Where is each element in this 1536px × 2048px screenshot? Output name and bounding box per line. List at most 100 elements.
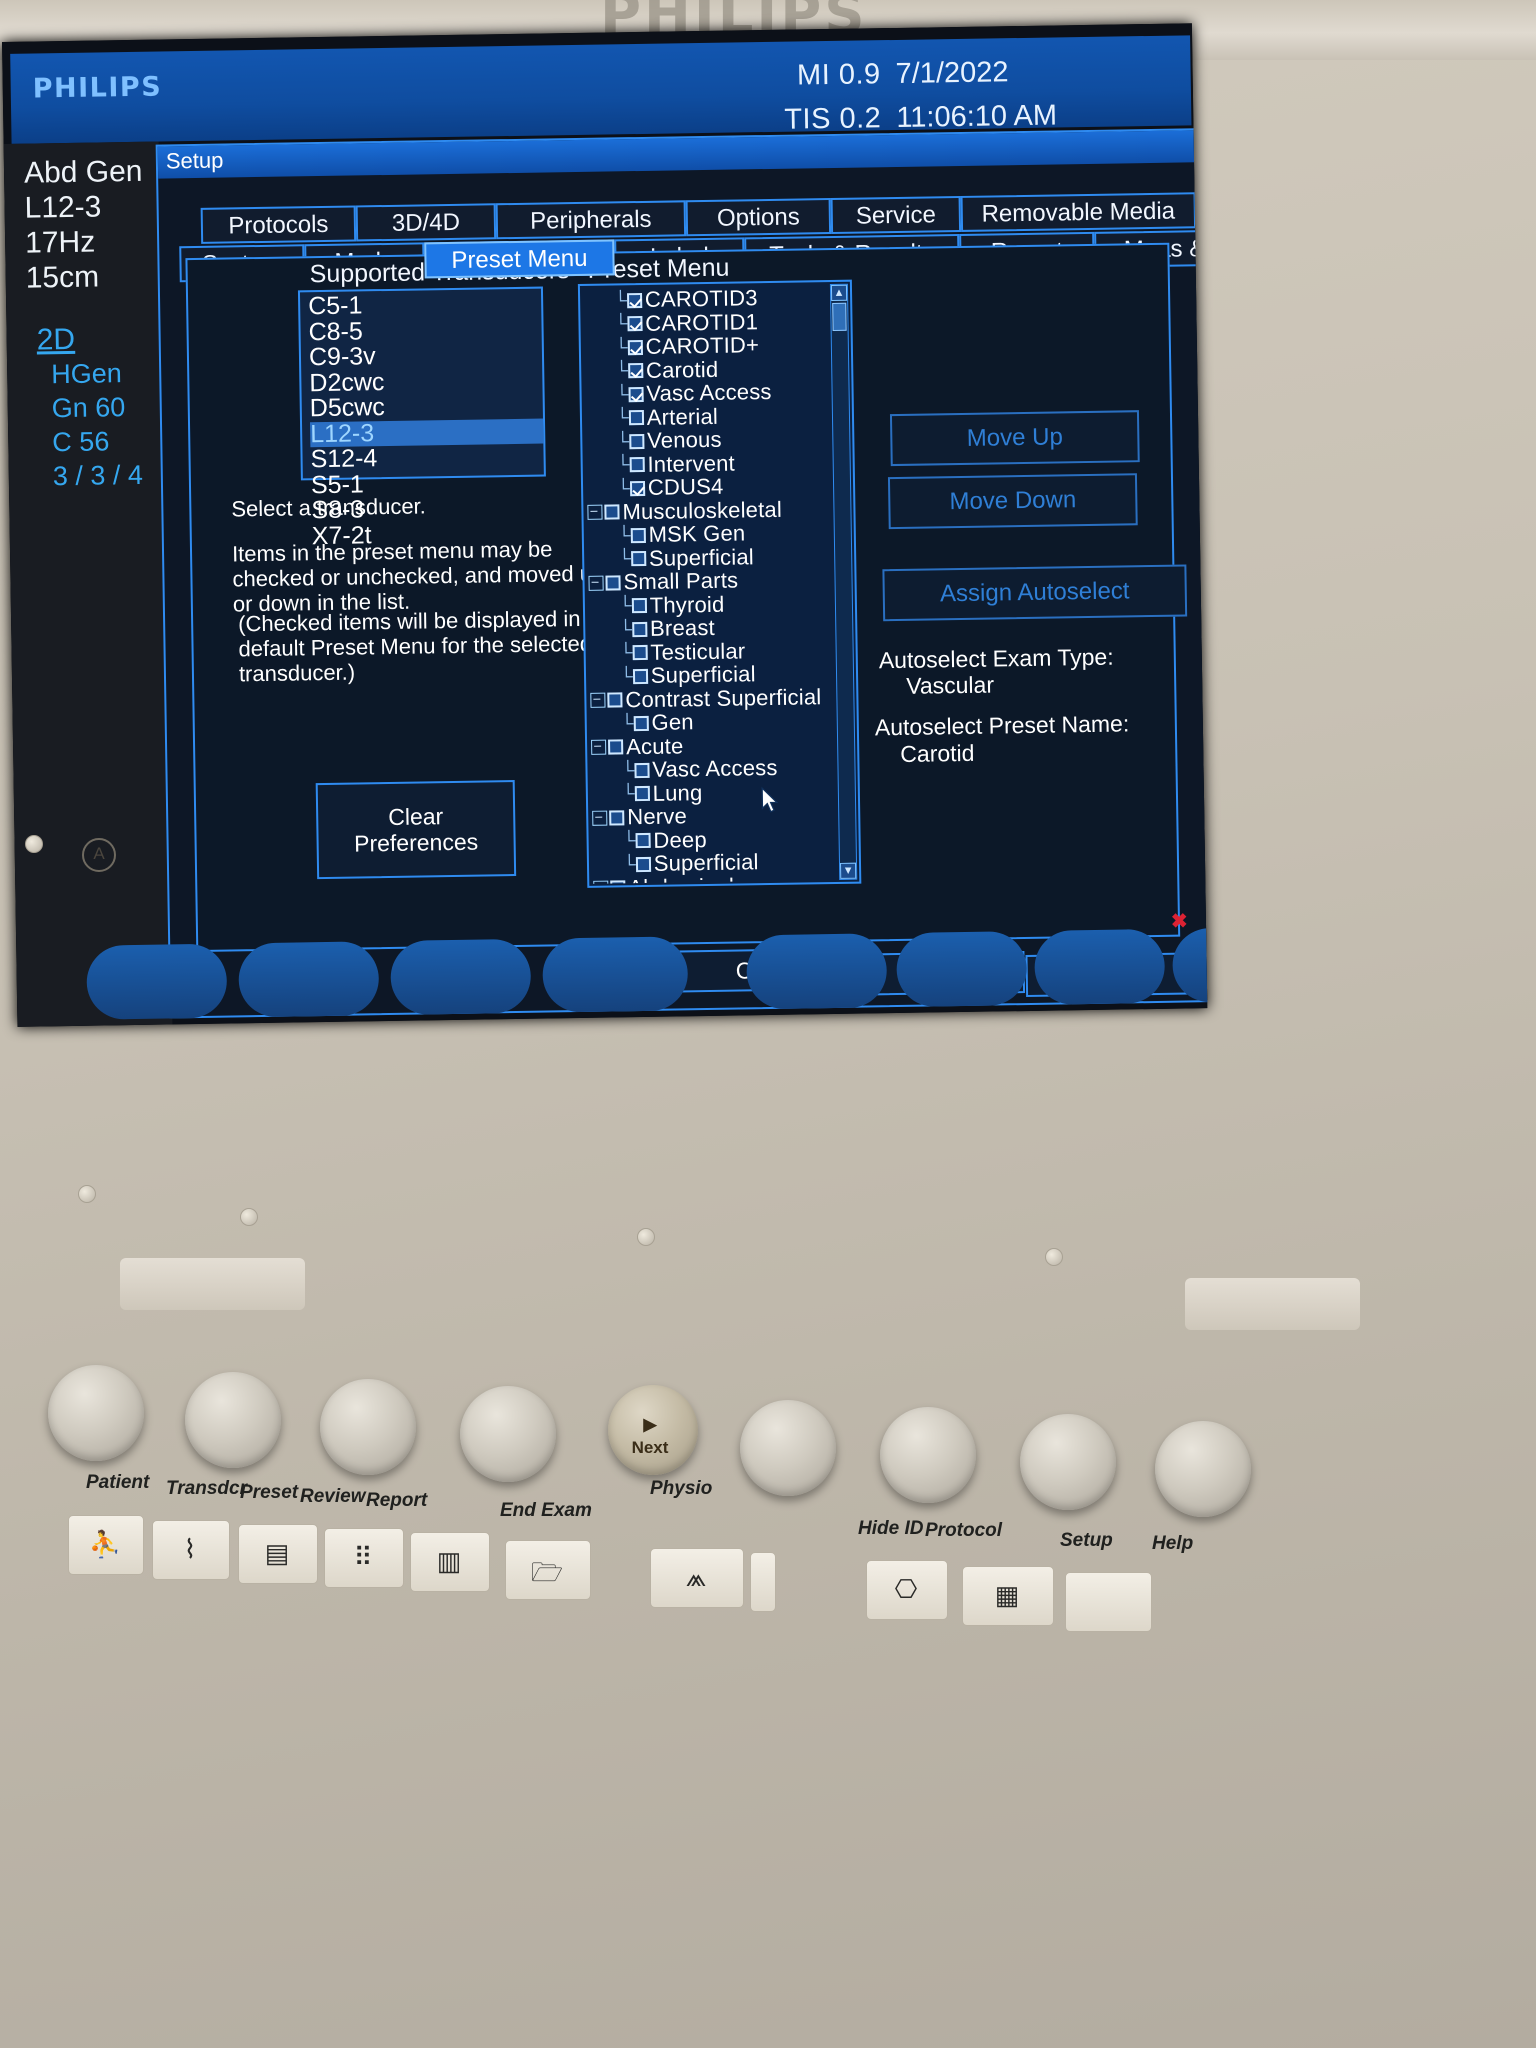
move-up-button[interactable]: Move Up [889, 410, 1140, 467]
tree-collapse-icon[interactable] [592, 810, 608, 826]
tree-branch-line: └ [622, 853, 636, 874]
control-knob[interactable] [740, 1400, 836, 1496]
checkbox-unchecked-icon[interactable] [610, 880, 626, 884]
ultrasound-top-banner: PHILIPS MI 0.9 TIS 0.2 7/1/2022 11:06:10… [10, 35, 1192, 144]
clear-preferences-line1: Clear [388, 803, 444, 831]
param-maps: 3 / 3 / 4 [52, 459, 144, 492]
move-down-button[interactable]: Move Down [887, 473, 1138, 530]
control-knob[interactable] [48, 1365, 144, 1461]
tab-preset-menu[interactable]: Preset Menu [424, 239, 615, 279]
transducer-item[interactable]: L12-3 [310, 418, 544, 448]
checkbox-unchecked-icon[interactable] [631, 621, 648, 637]
control-knob[interactable] [460, 1386, 556, 1482]
tab-protocols[interactable]: Protocols [200, 205, 357, 244]
assign-autoselect-button[interactable]: Assign Autoselect [882, 564, 1188, 622]
imaging-parameter-rail: Abd Gen L12-3 17Hz 15cm 2D HGen Gn 60 C … [3, 141, 173, 1027]
param-compression: C 56 [52, 426, 110, 458]
tab-3d-4d[interactable]: 3D/4D [355, 203, 497, 242]
supported-transducers-list[interactable]: C5-1 C8-5 C9-3v D2cwc D5cwc L12-3 S12-4 S5-1 S8-… [297, 286, 546, 550]
tree-collapse-icon[interactable] [588, 575, 604, 591]
checkbox-unchecked-icon[interactable] [631, 597, 647, 614]
checkbox-unchecked-icon[interactable] [605, 574, 621, 591]
softkey-8[interactable] [1172, 927, 1208, 1003]
softkey-4[interactable] [542, 936, 689, 1013]
checkbox-unchecked-icon[interactable] [634, 785, 650, 802]
knob-label: End Exam [500, 1500, 592, 1521]
checkbox-checked-icon[interactable] [627, 339, 643, 355]
tree-branch-line: └ [618, 548, 632, 569]
control-keycap[interactable] [750, 1552, 776, 1612]
transducer-item[interactable]: S12-4 [310, 444, 543, 473]
checkbox-unchecked-icon[interactable] [608, 739, 624, 755]
transducer-item[interactable]: D2cwc [309, 367, 542, 397]
softkey-6[interactable] [896, 931, 1028, 1008]
transducer-label: L12-3 [24, 190, 102, 225]
knob-label: Review [300, 1486, 366, 1507]
softkey-3[interactable] [390, 938, 532, 1016]
status-indicator-a: A [82, 838, 116, 872]
control-knob[interactable] [1020, 1414, 1116, 1510]
checkbox-unchecked-icon[interactable] [630, 527, 646, 543]
tree-branch-line: └ [615, 407, 629, 428]
tab-removable-media[interactable]: Removable Media [960, 192, 1197, 232]
checkbox-unchecked-icon[interactable] [604, 504, 620, 520]
control-knob[interactable] [880, 1407, 976, 1503]
tree-collapse-icon[interactable] [591, 739, 607, 755]
checkbox-unchecked-icon[interactable] [635, 832, 651, 849]
param-gain: Gn 60 [51, 392, 126, 424]
preset-item-label: MSK Gen [648, 520, 746, 547]
keycap-glyph-icon: ⌇ [183, 1534, 197, 1564]
checkbox-checked-icon[interactable] [627, 362, 644, 379]
control-knob[interactable] [185, 1372, 281, 1468]
transducer-item[interactable]: C8-5 [308, 316, 541, 346]
checkbox-checked-icon[interactable] [627, 315, 643, 332]
tree-collapse-icon[interactable] [593, 880, 609, 884]
transducer-item[interactable]: D5cwc [310, 393, 543, 422]
tree-collapse-icon[interactable] [590, 692, 606, 708]
checkbox-checked-icon[interactable] [628, 386, 644, 402]
softkey-5[interactable] [746, 933, 888, 1010]
transducer-item[interactable]: C5-1 [308, 291, 541, 320]
checkbox-unchecked-icon[interactable] [632, 644, 648, 661]
control-knob[interactable] [320, 1379, 416, 1475]
mode-2d-header[interactable]: 2D [6, 323, 75, 358]
checkbox-unchecked-icon[interactable] [607, 692, 623, 708]
tab-service[interactable]: Service [830, 195, 962, 235]
tab-power-management[interactable]: Power Management [1195, 188, 1208, 229]
softkey-2[interactable] [238, 941, 380, 1018]
checkbox-checked-icon[interactable] [629, 480, 645, 496]
tab-peripherals[interactable]: Peripherals [495, 200, 687, 240]
tree-branch-line: └ [613, 289, 628, 310]
checkbox-unchecked-icon[interactable] [609, 809, 625, 826]
preset-menu-tree[interactable]: └ CAROTID3 └ CAROTID1 └ CAROTID+ └ Carotid └ Vasc… [577, 279, 862, 888]
tree-branch-line: └ [615, 360, 629, 381]
next-button-label: Next [631, 1438, 669, 1457]
softkey-7[interactable] [1034, 928, 1166, 1005]
transducer-item[interactable]: C9-3v [309, 342, 542, 371]
control-keycap[interactable] [1065, 1572, 1152, 1632]
transducer-error-icon: ✖ [1170, 910, 1188, 933]
control-knob[interactable] [1155, 1421, 1251, 1517]
softkey-1[interactable] [86, 943, 228, 1020]
help-line-2: Items in the preset menu may be checked … [231, 536, 605, 617]
checkbox-unchecked-icon[interactable] [628, 433, 645, 449]
checkbox-unchecked-icon[interactable] [632, 668, 648, 684]
checkbox-unchecked-icon[interactable] [630, 550, 647, 567]
knob-label: Help [1152, 1533, 1194, 1554]
scroll-down-icon[interactable]: ▼ [839, 862, 857, 879]
checkbox-unchecked-icon[interactable] [629, 456, 645, 473]
checkbox-unchecked-icon[interactable] [628, 409, 644, 426]
checkbox-unchecked-icon[interactable] [635, 856, 651, 872]
scroll-thumb[interactable] [832, 302, 847, 331]
scroll-up-icon[interactable]: ▲ [830, 284, 848, 302]
clear-preferences-button[interactable]: Clear Preferences [315, 780, 517, 880]
checkbox-checked-icon[interactable] [626, 292, 643, 308]
keycap-glyph-icon: ⛹ [88, 1529, 122, 1559]
tab-options[interactable]: Options [685, 198, 832, 237]
checkbox-unchecked-icon[interactable] [634, 762, 650, 778]
preset-item-label: Acute [625, 732, 684, 759]
machine-shell: PHILIPS PHILIPS MI 0.9 TIS 0.2 7/1/2022 … [0, 0, 1536, 2048]
tree-collapse-icon[interactable] [587, 504, 603, 520]
exam-preset-label: Abd Gen [23, 154, 143, 190]
checkbox-unchecked-icon[interactable] [633, 715, 649, 731]
